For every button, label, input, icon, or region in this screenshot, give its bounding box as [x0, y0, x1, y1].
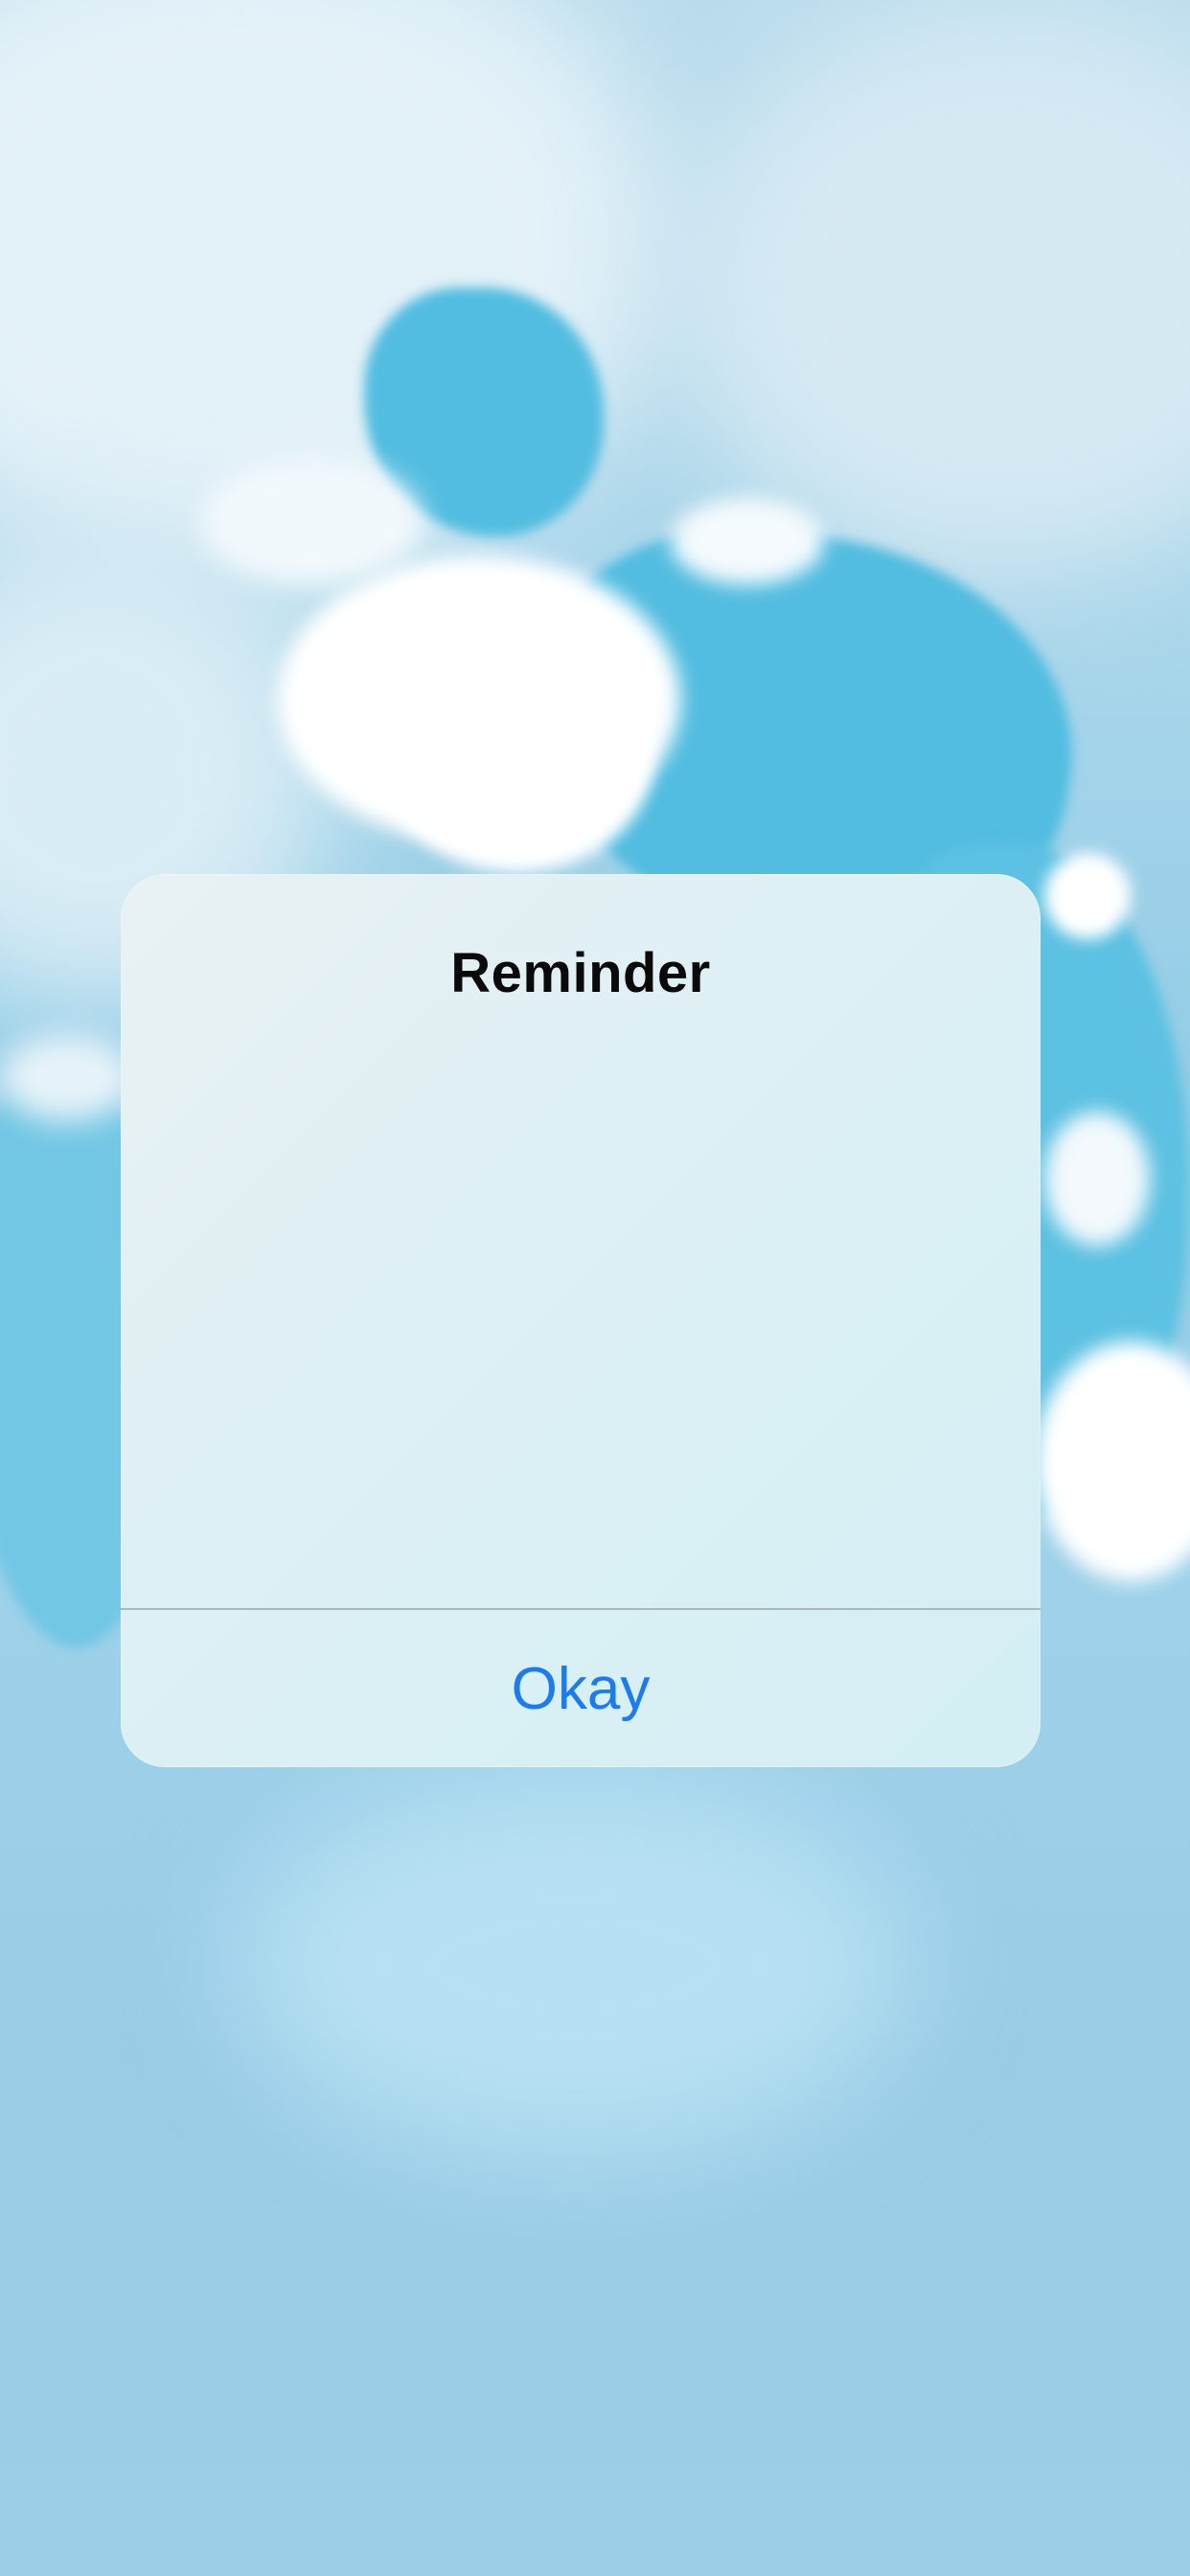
cloud-right-small: [1044, 1112, 1150, 1246]
cloud-right-top: [1044, 853, 1131, 939]
alert-title: Reminder: [450, 942, 711, 1004]
reminder-alert-dialog: Reminder Okay: [121, 874, 1041, 1767]
cloud-left-wisp: [0, 1035, 134, 1121]
haze-top-right: [671, 0, 1190, 575]
cloud-wisp: [671, 498, 824, 585]
screen: Reminder Okay: [0, 0, 1190, 2576]
okay-button[interactable]: Okay: [121, 1610, 1041, 1767]
cloud-main-2: [383, 652, 652, 872]
haze-bottom: [240, 1773, 910, 2156]
cloud-small: [201, 460, 422, 585]
alert-message: [159, 1037, 1002, 1497]
